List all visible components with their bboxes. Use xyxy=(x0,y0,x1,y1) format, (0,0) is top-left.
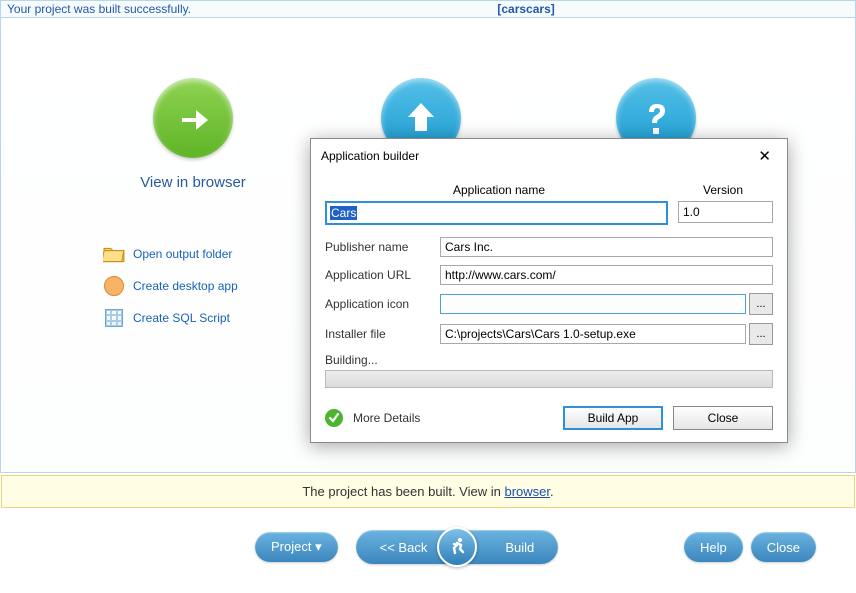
build-app-button[interactable]: Build App xyxy=(563,406,663,430)
project-title: [carscars] xyxy=(197,1,855,17)
help-button[interactable]: Help xyxy=(684,532,743,562)
dialog-close-button[interactable]: Close xyxy=(673,406,773,430)
folder-icon xyxy=(103,243,125,265)
dropdown-caret-icon: ▾ xyxy=(315,539,322,554)
open-output-folder-link[interactable]: Open output folder xyxy=(103,243,238,265)
bottom-msg-prefix: The project has been built. View in xyxy=(302,484,504,499)
application-builder-dialog: Application builder ✕ Application name V… xyxy=(310,138,788,443)
dialog-titlebar: Application builder ✕ xyxy=(311,139,787,173)
app-icon-label: Application icon xyxy=(325,297,440,311)
more-details-link[interactable]: More Details xyxy=(353,411,420,425)
sql-script-icon xyxy=(103,307,125,329)
create-sql-script-link[interactable]: Create SQL Script xyxy=(103,307,238,329)
building-label: Building... xyxy=(325,353,773,367)
bottom-message-bar: The project has been built. View in brow… xyxy=(1,475,855,508)
action-links: Open output folder Create desktop app Cr… xyxy=(103,243,238,339)
application-name-input[interactable]: Cars xyxy=(325,201,668,225)
version-header: Version xyxy=(673,183,773,197)
create-desktop-label: Create desktop app xyxy=(133,279,238,293)
view-browser-icon[interactable] xyxy=(153,78,233,158)
app-url-label: Application URL xyxy=(325,268,440,282)
installer-label: Installer file xyxy=(325,327,440,341)
app-icon-input[interactable] xyxy=(440,294,746,314)
desktop-app-icon xyxy=(103,275,125,297)
browse-icon-button[interactable]: ... xyxy=(749,293,773,315)
installer-input[interactable] xyxy=(440,324,746,344)
browse-installer-button[interactable]: ... xyxy=(749,323,773,345)
publisher-label: Publisher name xyxy=(325,240,440,254)
view-in-browser-link[interactable]: browser xyxy=(504,484,550,499)
footer-buttons: Project ▾ << Back Build Help Close xyxy=(0,530,856,564)
app-name-header: Application name xyxy=(325,183,673,197)
back-build-group: << Back Build xyxy=(356,530,559,564)
create-sql-label: Create SQL Script xyxy=(133,311,230,325)
close-icon[interactable]: ✕ xyxy=(752,145,777,167)
dialog-title-text: Application builder xyxy=(321,149,419,163)
view-in-browser-block[interactable]: View in browser xyxy=(103,78,283,191)
project-button[interactable]: Project ▾ xyxy=(255,532,338,562)
build-status-text: Your project was built successfully. xyxy=(1,1,197,17)
app-url-input[interactable] xyxy=(440,265,773,285)
open-output-label: Open output folder xyxy=(133,247,232,261)
top-bar: Your project was built successfully. [ca… xyxy=(0,0,856,18)
view-in-browser-label: View in browser xyxy=(103,174,283,191)
bottom-msg-suffix: . xyxy=(550,484,554,499)
create-desktop-app-link[interactable]: Create desktop app xyxy=(103,275,238,297)
runner-icon[interactable] xyxy=(437,527,477,567)
build-button[interactable]: Build xyxy=(481,530,558,564)
check-icon xyxy=(325,409,343,427)
close-button[interactable]: Close xyxy=(751,532,816,562)
publisher-input[interactable] xyxy=(440,237,773,257)
progress-bar xyxy=(325,370,773,388)
version-input[interactable] xyxy=(678,201,773,223)
